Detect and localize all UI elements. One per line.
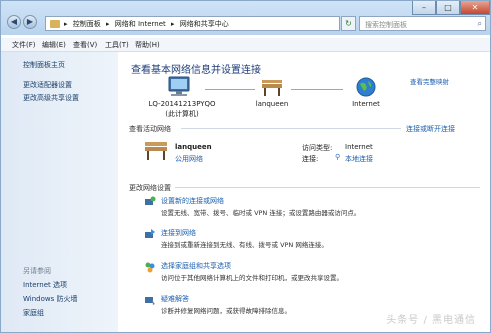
search-icon[interactable]: ⌕ — [478, 19, 482, 29]
task-homegroup-desc: 访问位于其他网络计算机上的文件和打印机，或更改共享设置。 — [161, 274, 343, 282]
sidebar-item-windows-firewall[interactable]: Windows 防火墙 — [23, 294, 77, 304]
menu-file[interactable]: 文件(F) — [12, 40, 36, 50]
new-connection-icon — [145, 196, 156, 205]
public-network-bench-icon — [145, 142, 167, 160]
search-placeholder: 搜索控制面板 — [365, 21, 407, 29]
ethernet-icon: ⚲ — [335, 153, 341, 161]
control-panel-icon — [50, 20, 60, 28]
window: – □ ✕ ◀ ▶ ▸ 控制面板 ▸ 网络和 Internet ▸ 网络和共享中… — [0, 0, 491, 333]
view-full-map-link[interactable]: 查看完整映射 — [410, 76, 449, 86]
menu-tools[interactable]: 工具(T) — [105, 40, 129, 50]
breadcrumb-separator[interactable]: ▸ — [171, 20, 175, 28]
sidebar-item-advanced-sharing[interactable]: 更改高级共享设置 — [23, 93, 79, 103]
computer-sub: (此计算机) — [165, 110, 199, 118]
sidebar: 控制面板主页 更改适配器设置 更改高级共享设置 另请参阅 Internet 选项… — [1, 52, 118, 332]
sidebar-item-homegroup[interactable]: 家庭组 — [23, 308, 44, 318]
network-bench-icon — [262, 80, 282, 96]
internet-globe-icon — [356, 77, 376, 97]
network-type-link[interactable]: 公用网络 — [175, 154, 203, 164]
task-connect-network-link[interactable]: 连接到网络 — [161, 228, 196, 238]
sidebar-item-internet-options[interactable]: Internet 选项 — [23, 280, 67, 290]
address-bar[interactable]: ▸ 控制面板 ▸ 网络和 Internet ▸ 网络和共享中心 — [45, 16, 340, 31]
task-connect-network-desc: 连接到或重新连接到无线、有线、拨号或 VPN 网络连接。 — [161, 241, 328, 249]
local-connection-link[interactable]: 本地连接 — [345, 154, 373, 164]
map-connector-line — [291, 89, 343, 90]
refresh-button[interactable]: ↻ — [341, 16, 356, 31]
close-button[interactable]: ✕ — [460, 1, 490, 15]
page-title: 查看基本网络信息并设置连接 — [131, 65, 261, 76]
breadcrumb-control-panel[interactable]: 控制面板 — [73, 20, 101, 28]
menu-edit[interactable]: 编辑(E) — [42, 40, 66, 50]
menu-bar: 文件(F) 编辑(E) 查看(V) 工具(T) 帮助(H) — [1, 38, 490, 52]
computer-icon — [168, 76, 190, 96]
task-troubleshoot-desc: 诊断并修复网络问题，或获得故障排除信息。 — [161, 307, 291, 315]
sidebar-item-adapter-settings[interactable]: 更改适配器设置 — [23, 80, 72, 90]
menu-help[interactable]: 帮助(H) — [135, 40, 160, 50]
troubleshoot-icon — [145, 297, 155, 305]
computer-name: LQ-20141213PYQO — [148, 100, 216, 108]
network-node-name: lanqueen — [255, 100, 289, 108]
active-networks-heading: 查看活动网络 — [129, 125, 171, 133]
task-troubleshoot-link[interactable]: 疑难解答 — [161, 294, 189, 304]
main-panel: 查看基本网络信息并设置连接 查看完整映射 LQ-20141213PYQO (此计… — [119, 52, 490, 332]
sidebar-control-panel-home[interactable]: 控制面板主页 — [23, 60, 65, 70]
task-setup-connection-desc: 设置无线、宽带、拨号、临时或 VPN 连接；或设置路由器或访问点。 — [161, 209, 361, 217]
menu-view[interactable]: 查看(V) — [73, 40, 97, 50]
map-connector-line — [205, 89, 255, 90]
breadcrumb-separator[interactable]: ▸ — [64, 20, 68, 28]
title-address-bar: – □ ✕ ◀ ▶ ▸ 控制面板 ▸ 网络和 Internet ▸ 网络和共享中… — [1, 1, 490, 35]
breadcrumb-separator[interactable]: ▸ — [106, 20, 110, 28]
see-also-heading: 另请参阅 — [23, 267, 51, 275]
forward-button[interactable]: ▶ — [23, 15, 37, 29]
divider — [175, 187, 480, 188]
task-setup-connection-link[interactable]: 设置新的连接或网络 — [161, 196, 224, 206]
minimize-button[interactable]: – — [412, 1, 436, 15]
task-homegroup-link[interactable]: 选择家庭组和共享选项 — [161, 261, 231, 271]
homegroup-icon — [145, 262, 155, 273]
back-button[interactable]: ◀ — [7, 15, 21, 29]
change-settings-heading: 更改网络设置 — [129, 184, 171, 192]
connect-network-icon — [145, 229, 155, 238]
access-type-value: Internet — [345, 143, 373, 151]
access-type-label: 访问类型: — [302, 144, 333, 152]
breadcrumb-network-internet[interactable]: 网络和 Internet — [115, 20, 166, 28]
watermark: 头条号 / 黑电通信 — [386, 315, 476, 326]
connection-label: 连接: — [302, 155, 319, 163]
connect-disconnect-link[interactable]: 连接或断开连接 — [406, 124, 455, 134]
internet-node-name: Internet — [352, 100, 380, 108]
divider — [181, 128, 401, 129]
breadcrumb-network-sharing-center[interactable]: 网络和共享中心 — [180, 20, 229, 28]
search-input[interactable]: 搜索控制面板 ⌕ — [359, 16, 486, 31]
network-name: lanqueen — [175, 143, 212, 151]
maximize-button[interactable]: □ — [436, 1, 460, 15]
